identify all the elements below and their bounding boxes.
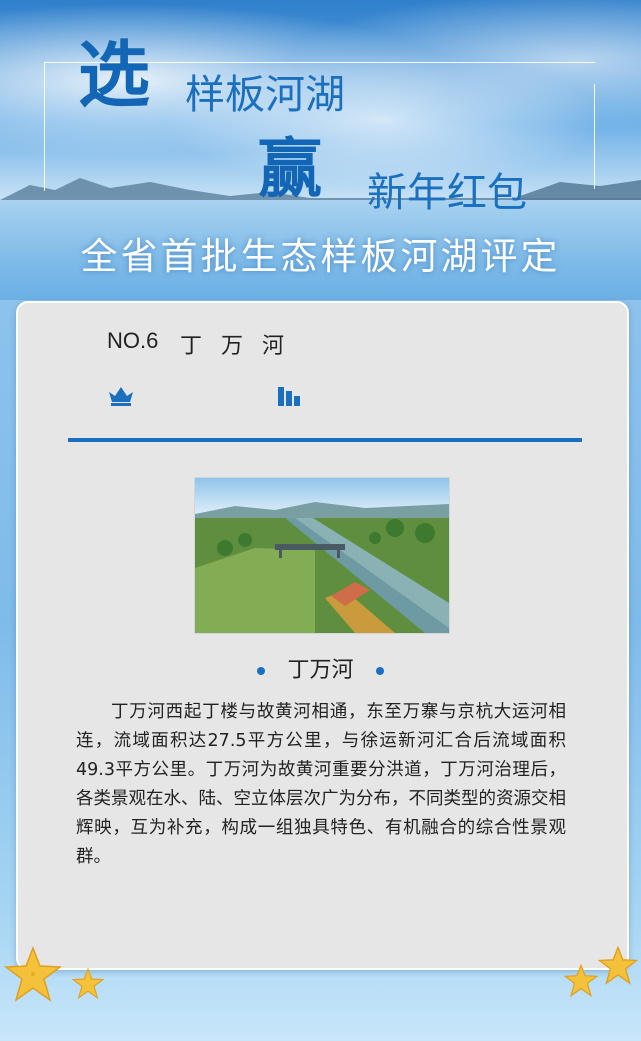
photo-caption-row: 丁万河 (0, 652, 641, 684)
title-win-char: 赢 (258, 133, 322, 207)
entry-number: NO.6 (107, 328, 159, 353)
photo-caption: 丁万河 (287, 658, 354, 683)
description-text: 丁万河西起丁楼与故黄河相通，东至万寨与京杭大运河相连，流域面积达27.5平方公里… (76, 702, 566, 867)
description-block: 丁万河西起丁楼与故黄河相通，东至万寨与京杭大运河相连，流域面积达27.5平方公里… (76, 698, 566, 872)
starfish-icon (598, 946, 638, 985)
starfish-icon (564, 964, 598, 998)
title-line2: 新年红包 (367, 170, 527, 216)
entry-name: 丁 万 河 (180, 334, 290, 359)
bullet-dot-left (257, 667, 266, 675)
title-line1: 样板河湖 (185, 72, 345, 118)
section-divider (68, 438, 582, 442)
river-photo[interactable] (194, 477, 450, 634)
header-banner: 选 样板河湖 赢 新年红包 全省首批生态样板河湖评定 (0, 0, 641, 300)
crown-icon[interactable] (108, 385, 134, 407)
bar-chart-icon[interactable] (277, 385, 303, 407)
title-frame-right (594, 84, 595, 189)
subtitle-banner: 全省首批生态样板河湖评定 (80, 235, 561, 278)
starfish-icon (4, 946, 62, 1002)
starfish-icon (72, 968, 104, 1000)
title-select-char: 选 (78, 33, 151, 117)
bullet-dot-right (375, 667, 384, 675)
